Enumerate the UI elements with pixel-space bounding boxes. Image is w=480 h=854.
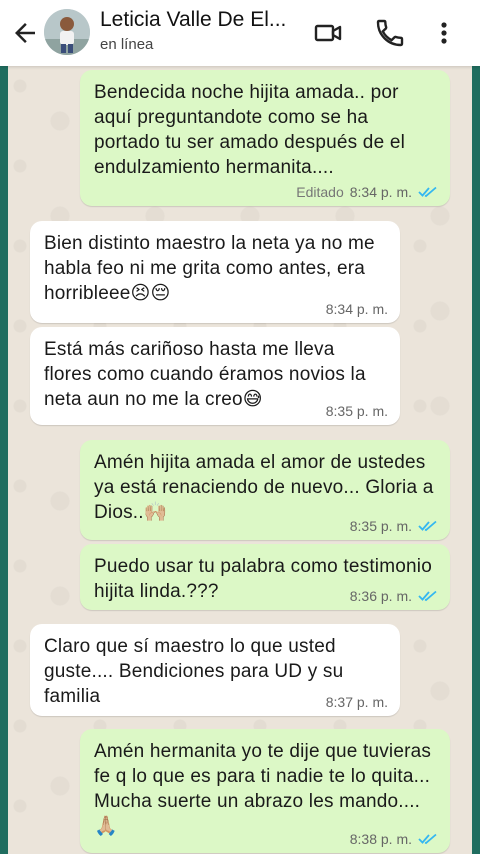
contact-status: en línea bbox=[100, 36, 154, 53]
chat-header: Leticia Valle De El... en línea bbox=[0, 0, 480, 66]
message-bubble-outgoing[interactable]: Amén hijita amada el amor de ustedes ya … bbox=[80, 440, 450, 540]
read-receipt-icon bbox=[418, 833, 437, 845]
message-bubble-incoming[interactable]: Claro que sí maestro lo que usted guste.… bbox=[30, 624, 400, 716]
message-bubble-incoming[interactable]: Está más cariñoso hasta me lleva flores … bbox=[30, 327, 400, 425]
edited-label: Editado bbox=[296, 184, 344, 200]
back-arrow-icon[interactable] bbox=[10, 18, 40, 48]
message-text: Bien distinto maestro la neta ya no me h… bbox=[44, 233, 375, 304]
message-meta: 8:38 p. m. bbox=[350, 831, 438, 847]
message-bubble-outgoing[interactable]: Puedo usar tu palabra como testimonio hi… bbox=[80, 544, 450, 610]
phone-call-icon[interactable] bbox=[374, 17, 406, 49]
more-options-icon[interactable] bbox=[428, 17, 460, 49]
message-meta: 8:35 p. m. bbox=[326, 403, 388, 419]
message-text: Bendecida noche hijita amada.. por aquí … bbox=[94, 82, 406, 178]
avatar[interactable] bbox=[44, 9, 90, 55]
message-meta: 8:36 p. m. bbox=[350, 588, 438, 604]
message-text: Amén hermanita yo te dije que tuvieras f… bbox=[94, 741, 432, 837]
message-meta: Editado 8:34 p. m. bbox=[296, 184, 438, 200]
video-call-icon[interactable] bbox=[312, 17, 344, 49]
message-time: 8:38 p. m. bbox=[349, 831, 412, 847]
message-meta: 8:37 p. m. bbox=[326, 694, 388, 710]
message-time: 8:37 p. m. bbox=[325, 694, 388, 710]
read-receipt-icon bbox=[418, 186, 437, 198]
background-strip-right bbox=[472, 66, 480, 854]
message-text: Está más cariñoso hasta me lleva flores … bbox=[44, 339, 366, 410]
contact-name[interactable]: Leticia Valle De El... bbox=[100, 8, 286, 32]
message-time: 8:36 p. m. bbox=[349, 588, 412, 604]
message-bubble-outgoing[interactable]: Bendecida noche hijita amada.. por aquí … bbox=[80, 70, 450, 206]
background-strip-left bbox=[0, 66, 8, 854]
message-time: 8:34 p. m. bbox=[349, 184, 412, 200]
read-receipt-icon bbox=[418, 590, 437, 602]
message-text: Amén hijita amada el amor de ustedes ya … bbox=[94, 452, 434, 523]
message-meta: 8:34 p. m. bbox=[326, 301, 388, 317]
read-receipt-icon bbox=[418, 520, 437, 532]
message-time: 8:35 p. m. bbox=[325, 403, 388, 419]
message-bubble-outgoing[interactable]: Amén hermanita yo te dije que tuvieras f… bbox=[80, 729, 450, 853]
message-meta: 8:35 p. m. bbox=[350, 518, 438, 534]
message-time: 8:35 p. m. bbox=[349, 518, 412, 534]
message-bubble-incoming[interactable]: Bien distinto maestro la neta ya no me h… bbox=[30, 221, 400, 323]
message-time: 8:34 p. m. bbox=[325, 301, 388, 317]
